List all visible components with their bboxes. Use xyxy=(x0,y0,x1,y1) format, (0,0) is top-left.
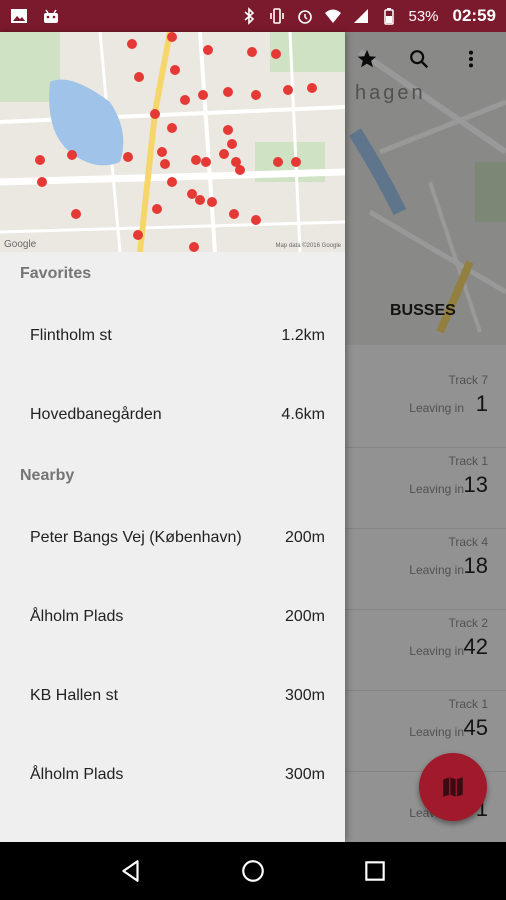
nearby-station-item[interactable]: Ålholm Plads 200m xyxy=(0,577,345,656)
station-distance: 200m xyxy=(284,607,325,625)
bluetooth-icon xyxy=(244,7,255,25)
wifi-icon xyxy=(325,9,342,23)
status-bar: 53% 02:59 xyxy=(0,0,506,32)
battery-percent: 53% xyxy=(408,7,439,25)
station-name: Ålholm Plads xyxy=(30,607,124,625)
alarm-icon xyxy=(298,10,313,24)
stations-map xyxy=(0,32,345,252)
station-distance: 300m xyxy=(284,765,325,783)
station-name: KB Hallen st xyxy=(30,686,119,704)
station-distance: 200m xyxy=(284,528,325,546)
station-name: Hovedbanegården xyxy=(30,405,162,423)
nearby-station-item[interactable]: Peter Bangs Vej (København) 200m xyxy=(0,498,345,577)
battery-icon xyxy=(384,8,395,25)
clock: 02:59 xyxy=(452,6,496,25)
station-name: Flintholm st xyxy=(30,326,112,344)
station-distance: 1.2km xyxy=(281,326,325,344)
nearby-station-item[interactable]: Ålholm Plads 300m xyxy=(0,735,345,814)
nearby-station-item[interactable]: KB Hallen st 300m xyxy=(0,656,345,735)
map-copyright: Map data ©2016 Google xyxy=(275,243,341,249)
navigation-drawer: Google Map data ©2016 Google Favorites F… xyxy=(0,32,345,842)
vibrate-icon xyxy=(270,8,285,24)
google-logo: Google xyxy=(4,239,37,250)
station-distance: 300m xyxy=(284,686,325,704)
signal-icon xyxy=(354,9,369,23)
map-icon xyxy=(443,777,463,797)
home-icon[interactable] xyxy=(240,858,266,884)
station-name: Ålholm Plads xyxy=(30,765,124,783)
recents-icon[interactable] xyxy=(362,858,388,884)
system-navigation-bar xyxy=(0,842,506,900)
favorite-station-item[interactable]: Hovedbanegården 4.6km xyxy=(0,375,345,454)
station-name: Peter Bangs Vej (København) xyxy=(30,528,242,546)
favorite-station-item[interactable]: Flintholm st 1.2km xyxy=(0,296,345,375)
favorites-header: Favorites xyxy=(20,265,92,282)
image-notification-icon xyxy=(11,9,27,23)
drawer-map[interactable]: Google Map data ©2016 Google xyxy=(0,32,345,252)
map-fab-button[interactable] xyxy=(419,753,487,821)
nearby-header: Nearby xyxy=(20,467,75,484)
android-notification-icon xyxy=(44,9,58,23)
station-distance: 4.6km xyxy=(281,405,325,423)
back-icon[interactable] xyxy=(118,858,144,884)
